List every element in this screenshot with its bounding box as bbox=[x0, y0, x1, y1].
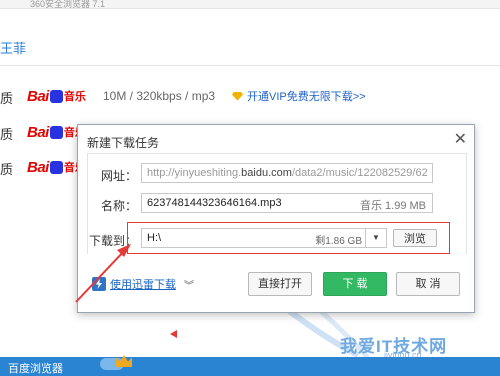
artist-tab[interactable]: 王菲 bbox=[0, 38, 26, 57]
url-field[interactable]: http://yinyueshiting.baidu.com/data2/mus… bbox=[141, 163, 433, 183]
thunder-icon bbox=[92, 277, 106, 291]
url-suffix: /data2/music/122082529/62 bbox=[291, 167, 428, 179]
new-download-dialog: 新建下载任务 ✕ 网址： http://yinyueshiting.baidu.… bbox=[77, 124, 475, 313]
format-info: 10M / 320kbps / mp3 bbox=[103, 89, 216, 103]
divider bbox=[0, 65, 500, 66]
thunder-download-option[interactable]: 使用迅雷下载 ︾ bbox=[92, 276, 194, 292]
quality-label: 质 bbox=[0, 127, 14, 142]
quality-label: 质 bbox=[0, 162, 14, 177]
vip-text: 开通VIP免费无限下载>> bbox=[247, 91, 366, 103]
highlight-box bbox=[127, 222, 450, 254]
caret-icon bbox=[170, 330, 177, 338]
window-title: 360安全浏览器 7.1 bbox=[30, 0, 106, 9]
download-button[interactable]: 下 载 bbox=[323, 272, 387, 296]
diamond-icon bbox=[232, 91, 243, 101]
vip-link[interactable]: 开通VIP免费无限下载>> bbox=[232, 88, 366, 104]
thunder-link[interactable]: 使用迅雷下载 bbox=[110, 276, 176, 292]
cancel-button[interactable]: 取 消 bbox=[396, 272, 460, 296]
taskbar: 百度浏览器 bbox=[0, 357, 500, 376]
browser-footer-label: 百度浏览器 bbox=[8, 363, 63, 375]
file-meta: 音乐 1.99 MB bbox=[359, 200, 426, 212]
name-label: 名称： bbox=[100, 199, 137, 213]
url-prefix: http://yinyueshiting. bbox=[147, 167, 242, 179]
close-icon[interactable]: ✕ bbox=[454, 129, 467, 149]
file-name-field[interactable]: 623748144323646164.mp3 音乐 1.99 MB bbox=[141, 193, 433, 213]
baidu-music-logo: Bai 音乐 bbox=[27, 87, 86, 105]
url-domain: baidu.com bbox=[241, 167, 292, 179]
file-name: 623748144323646164.mp3 bbox=[147, 197, 282, 209]
dialog-title: 新建下载任务 bbox=[87, 136, 160, 150]
quality-label: 质 bbox=[0, 91, 14, 106]
browser-titlebar: 360安全浏览器 7.1 bbox=[0, 0, 500, 9]
open-directly-button[interactable]: 直接打开 bbox=[248, 272, 312, 296]
url-label: 网址： bbox=[100, 169, 137, 183]
song-row: 质 Bai 音乐 10M / 320kbps / mp3 开通VIP免费无限下载>… bbox=[0, 86, 500, 108]
double-chevron-down-icon[interactable]: ︾ bbox=[184, 277, 194, 292]
